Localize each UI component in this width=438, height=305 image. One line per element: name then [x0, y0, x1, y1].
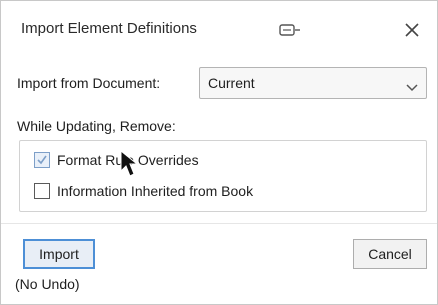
no-undo-note: (No Undo) — [15, 276, 80, 292]
cancel-button[interactable]: Cancel — [353, 239, 427, 269]
information-inherited-label: Information Inherited from Book — [57, 183, 254, 199]
import-from-selected-value: Current — [208, 75, 255, 91]
format-rule-overrides-option[interactable]: Format Rule Overrides — [34, 149, 199, 171]
import-from-document-select[interactable]: Current — [199, 67, 427, 99]
keyboard-shortcut-icon — [279, 23, 301, 37]
chevron-down-icon — [406, 79, 418, 92]
dialog-title: Import Element Definitions — [21, 20, 197, 37]
footer-divider — [1, 223, 437, 224]
close-icon — [405, 23, 419, 37]
information-inherited-option[interactable]: Information Inherited from Book — [34, 180, 253, 202]
close-button[interactable] — [397, 15, 427, 45]
import-from-label: Import from Document: — [17, 75, 161, 91]
format-rule-overrides-checkbox[interactable] — [34, 152, 50, 168]
information-inherited-checkbox[interactable] — [34, 183, 50, 199]
import-button[interactable]: Import — [23, 239, 95, 269]
while-updating-remove-label: While Updating, Remove: — [17, 118, 176, 134]
format-rule-overrides-label: Format Rule Overrides — [57, 152, 199, 168]
import-element-definitions-dialog: Import Element Definitions Import from D… — [0, 0, 438, 305]
remove-options-group: Format Rule Overrides Information Inheri… — [19, 140, 427, 212]
title-bar: Import Element Definitions — [1, 1, 437, 59]
